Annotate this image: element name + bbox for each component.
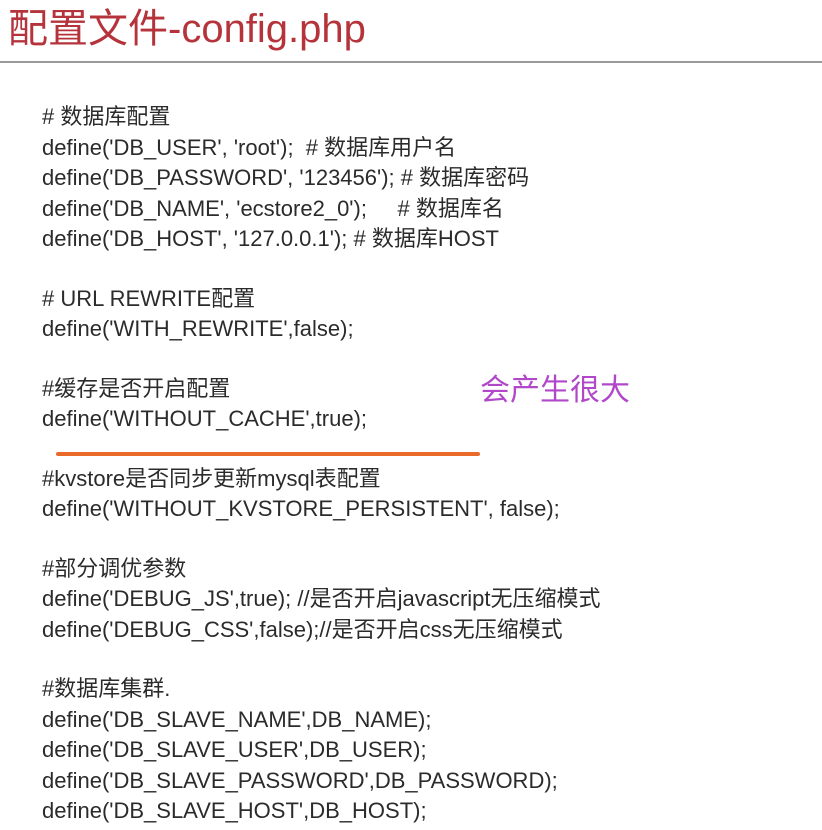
code-line: define('DB_HOST', '127.0.0.1'); # 数据库HOS… [42, 226, 499, 251]
code-line: define('DEBUG_JS',true); //是否开启javascrip… [42, 586, 601, 611]
code-group-cache: #缓存是否开启配置 define('WITHOUT_CACHE',true); [42, 374, 812, 435]
code-line: # URL REWRITE配置 [42, 285, 256, 311]
code-line: #缓存是否开启配置 [42, 375, 231, 401]
code-line: define('DB_SLAVE_PASSWORD',DB_PASSWORD); [42, 767, 558, 793]
highlight-underline [56, 452, 480, 456]
page-title: 配置文件-config.php [8, 7, 366, 51]
code-line: define('DEBUG_CSS',false);//是否开启css无压缩模式 [42, 616, 563, 642]
code-line: #部分调优参数 [42, 555, 187, 581]
code-group-database: # 数据库配置 define('DB_USER', 'root'); # 数据库… [42, 102, 812, 255]
code-line: define('WITH_REWRITE',false); [42, 316, 354, 341]
code-line: #kvstore是否同步更新mysql表配置 [42, 465, 381, 491]
code-line: define('DB_SLAVE_NAME',DB_NAME); [42, 706, 432, 732]
code-line: define('DB_USER', 'root'); # 数据库用户名 [42, 134, 457, 160]
code-line: define('DB_NAME', 'ecstore2_0'); # 数据库名 [42, 195, 504, 221]
code-group-tuning: #部分调优参数 define('DEBUG_JS',true); //是否开启j… [42, 554, 812, 646]
code-line: define('DB_SLAVE_USER',DB_USER); [42, 737, 427, 762]
code-line: define('WITHOUT_KVSTORE_PERSISTENT', fal… [42, 496, 560, 521]
code-line: # 数据库配置 [42, 104, 171, 129]
code-line: define('WITHOUT_CACHE',true); [42, 406, 368, 431]
code-line: define('DB_PASSWORD', '123456'); # 数据库密码 [42, 165, 530, 190]
code-group-cluster: #数据库集群. define('DB_SLAVE_NAME',DB_NAME);… [42, 674, 812, 827]
code-line: #数据库集群. [42, 676, 171, 701]
code-group-rewrite: # URL REWRITE配置 define('WITH_REWRITE',fa… [42, 284, 812, 345]
code-block: # 数据库配置 define('DB_USER', 'root'); # 数据库… [42, 102, 812, 830]
code-group-kvstore: #kvstore是否同步更新mysql表配置 define('WITHOUT_K… [42, 464, 812, 525]
handwritten-annotation: 会产生很大 [480, 373, 630, 408]
code-line: define('DB_SLAVE_HOST',DB_HOST); [42, 798, 427, 823]
title-divider [0, 61, 822, 63]
